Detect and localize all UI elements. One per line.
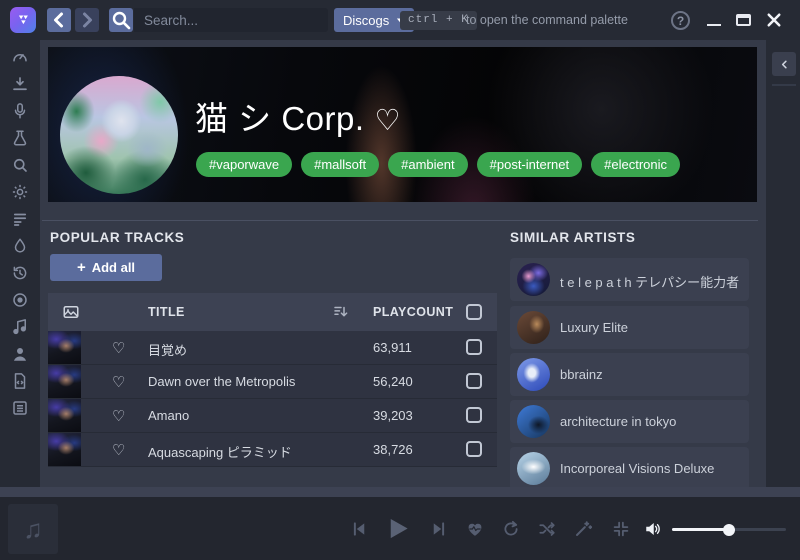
details-list-icon[interactable] — [11, 399, 29, 417]
track-checkbox[interactable] — [466, 441, 482, 457]
artist-banner-image: 猫 シ Corp.♡ #vaporwave #mallsoft #ambient… — [48, 47, 757, 202]
tag-electronic[interactable]: #electronic — [591, 152, 680, 177]
scrobble-heart-icon[interactable] — [466, 520, 484, 538]
track-thumbnail — [48, 433, 81, 466]
help-icon[interactable]: ? — [671, 11, 690, 30]
track-favorite-icon[interactable]: ♡ — [112, 339, 125, 357]
plus-icon: + — [77, 259, 86, 276]
download-icon[interactable] — [11, 75, 29, 93]
select-all-checkbox[interactable] — [466, 304, 482, 320]
volume-icon[interactable] — [644, 520, 666, 538]
track-thumbnail — [48, 331, 81, 364]
back-button[interactable] — [47, 8, 71, 32]
microphone-icon[interactable] — [11, 102, 29, 120]
queue-list-icon[interactable] — [11, 210, 29, 228]
forward-button[interactable] — [75, 8, 99, 32]
music-note-icon: ♫ — [23, 514, 43, 545]
artwork-column-icon — [62, 303, 80, 321]
right-panel-strip — [766, 40, 800, 487]
repeat-button[interactable] — [502, 520, 520, 538]
artist-avatar — [60, 76, 178, 194]
panel-divider — [772, 84, 796, 86]
volume-fill — [672, 528, 729, 531]
next-track-button[interactable] — [430, 520, 448, 538]
section-divider — [42, 220, 758, 221]
track-thumbnail — [48, 365, 81, 398]
play-button[interactable] — [384, 515, 411, 542]
minimize-button[interactable] — [707, 24, 721, 26]
track-checkbox[interactable] — [466, 407, 482, 423]
favorite-heart-icon[interactable]: ♡ — [375, 105, 402, 137]
tag-vaporwave[interactable]: #vaporwave — [196, 152, 292, 177]
shuffle-button[interactable] — [538, 520, 556, 538]
gear-icon[interactable] — [11, 183, 29, 201]
track-checkbox[interactable] — [466, 339, 482, 355]
now-playing-artwork-placeholder: ♫ — [8, 504, 58, 554]
track-checkbox[interactable] — [466, 373, 482, 389]
volume-thumb[interactable] — [723, 524, 735, 536]
artist-name: 猫 シ Corp.♡ — [195, 92, 401, 140]
flask-icon[interactable] — [11, 129, 29, 147]
playcount-column-header[interactable]: PLAYCOUNT — [373, 305, 453, 319]
track-favorite-icon[interactable]: ♡ — [112, 407, 125, 425]
artist-avatar — [517, 263, 550, 296]
magic-wand-button[interactable] — [574, 520, 592, 538]
table-header: TITLE PLAYCOUNT — [48, 293, 497, 331]
app-window: Discogs ctrl + K to open the command pal… — [0, 0, 800, 560]
maximize-button[interactable] — [736, 14, 751, 26]
close-button[interactable] — [765, 11, 783, 29]
drop-icon[interactable] — [11, 237, 29, 255]
shortcut-hint-text: to open the command palette — [466, 0, 628, 40]
popular-tracks-table: TITLE PLAYCOUNT ♡ 目覚め 63,911 ♡ Dawn over… — [48, 293, 497, 467]
similar-artist-card[interactable]: Incorporeal Visions Deluxe — [510, 447, 749, 487]
add-all-button[interactable]: + Add all — [50, 254, 162, 281]
track-row[interactable]: ♡ Amano 39,203 — [48, 399, 497, 433]
track-row[interactable]: ♡ Dawn over the Metropolis 56,240 — [48, 365, 497, 399]
previous-track-button[interactable] — [350, 520, 368, 538]
search-input[interactable] — [134, 8, 328, 32]
search-provider-label: Discogs — [343, 13, 389, 28]
track-favorite-icon[interactable]: ♡ — [112, 441, 125, 459]
tag-post-internet[interactable]: #post-internet — [477, 152, 583, 177]
track-favorite-icon[interactable]: ♡ — [112, 373, 125, 391]
similar-artist-card[interactable]: bbrainz — [510, 353, 749, 396]
person-icon[interactable] — [11, 345, 29, 363]
artist-avatar — [517, 452, 550, 485]
tag-mallsoft[interactable]: #mallsoft — [301, 152, 379, 177]
similar-artist-card[interactable]: Luxury Elite — [510, 306, 749, 349]
mini-player-button[interactable] — [612, 520, 630, 538]
player-bar: ♫ — [0, 497, 800, 560]
file-icon[interactable] — [11, 372, 29, 390]
popular-tracks-heading: POPULAR TRACKS — [50, 230, 184, 245]
music-note-icon[interactable] — [11, 318, 29, 336]
expand-panel-button[interactable] — [772, 52, 796, 76]
similar-artists-heading: SIMILAR ARTISTS — [510, 230, 636, 245]
main-content: 猫 シ Corp.♡ #vaporwave #mallsoft #ambient… — [40, 40, 766, 487]
artist-avatar — [517, 405, 550, 438]
disc-icon[interactable] — [11, 291, 29, 309]
left-sidebar — [0, 40, 40, 487]
tag-ambient[interactable]: #ambient — [388, 152, 467, 177]
track-thumbnail — [48, 399, 81, 432]
sort-icon[interactable] — [332, 303, 350, 321]
gauge-icon[interactable] — [11, 48, 29, 66]
artist-avatar — [517, 358, 550, 391]
top-bar: Discogs ctrl + K to open the command pal… — [0, 0, 800, 40]
app-logo-icon — [10, 7, 36, 33]
history-icon[interactable] — [11, 264, 29, 282]
genre-tags: #vaporwave #mallsoft #ambient #post-inte… — [196, 152, 680, 177]
similar-artist-card[interactable]: t e l e p a t h テレパシー能力者 — [510, 258, 749, 301]
search-icon[interactable] — [109, 8, 133, 32]
bottom-divider-strip — [0, 487, 800, 497]
search-explore-icon[interactable] — [11, 156, 29, 174]
track-row[interactable]: ♡ Aquascaping ピラミッド 38,726 — [48, 433, 497, 467]
volume-slider[interactable] — [672, 528, 786, 531]
title-column-header[interactable]: TITLE — [148, 305, 185, 319]
track-row[interactable]: ♡ 目覚め 63,911 — [48, 331, 497, 365]
artist-avatar — [517, 311, 550, 344]
similar-artist-card[interactable]: architecture in tokyo — [510, 400, 749, 443]
